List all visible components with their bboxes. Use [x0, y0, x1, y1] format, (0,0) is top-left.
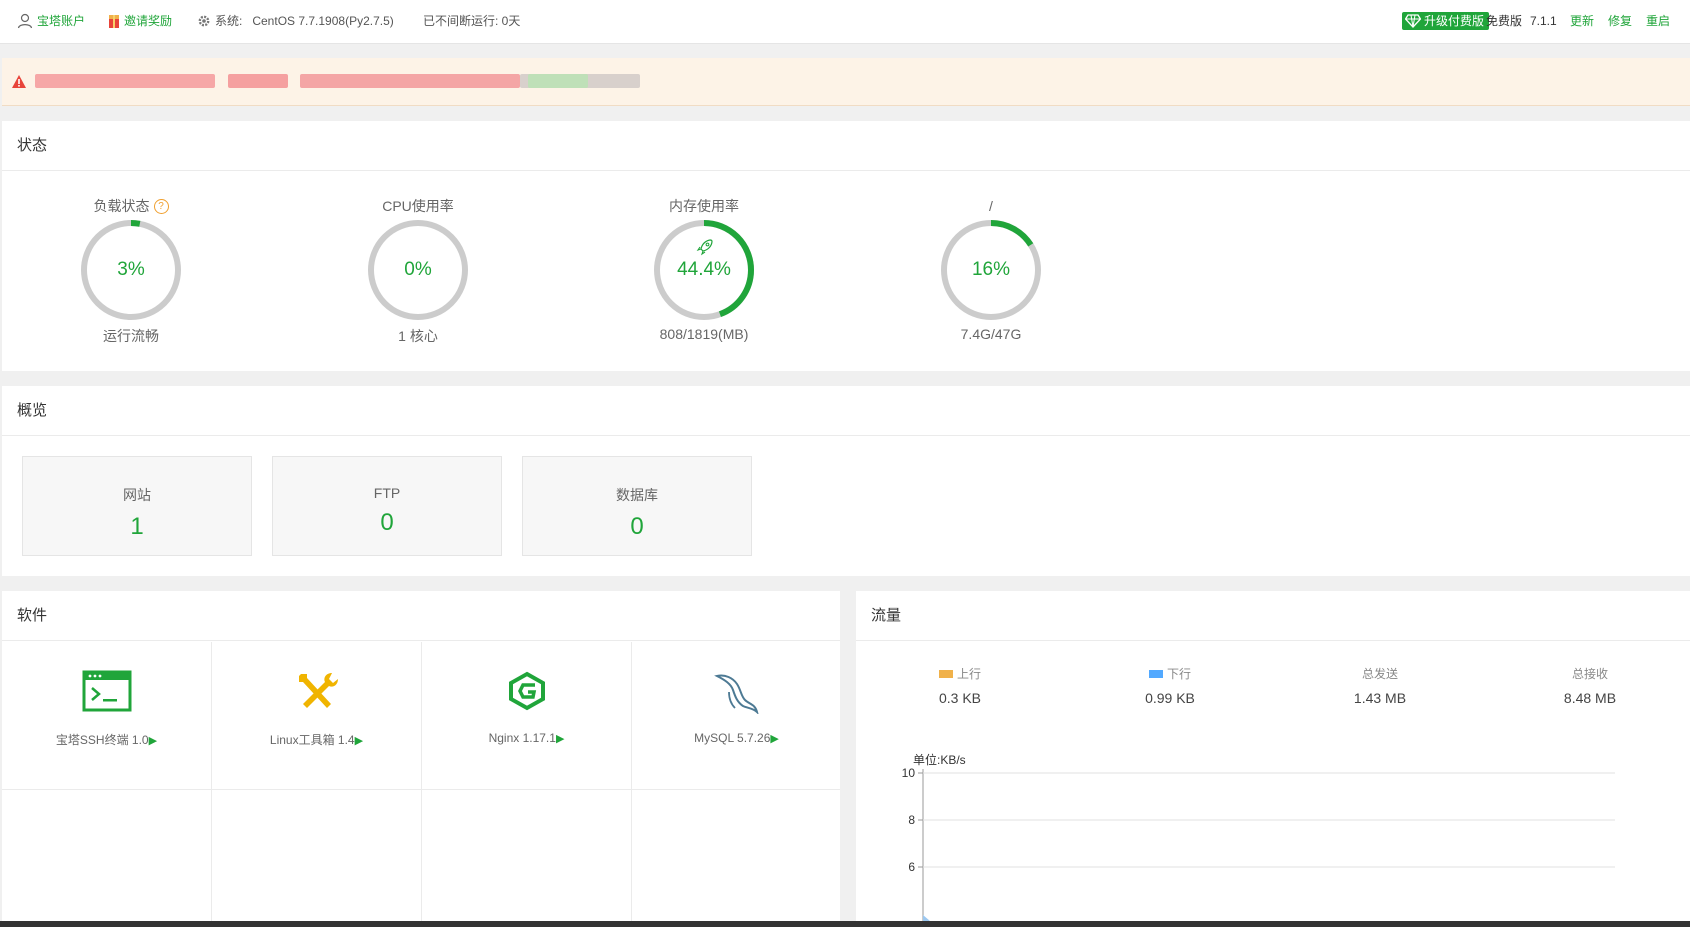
obscured-text — [528, 74, 588, 88]
stat-label: 下行 — [1166, 667, 1191, 681]
user-icon — [17, 13, 33, 29]
play-icon[interactable]: ▶ — [770, 733, 778, 745]
traffic-chart: 10 8 6 — [902, 766, 1615, 921]
uptime: 已不间断运行: 0天 — [423, 14, 521, 28]
tools-icon — [298, 673, 338, 708]
card-label: 数据库 — [616, 487, 658, 503]
help-icon[interactable]: ? — [153, 198, 169, 214]
software-empty-slot — [422, 790, 632, 921]
software-empty-slot — [2, 790, 212, 921]
software-item-linux-tools[interactable]: Linux工具箱 1.4▶ — [212, 642, 422, 790]
system-value: CentOS 7.7.1908(Py2.7.5) — [252, 14, 394, 28]
gauge-sub: 7.4G/47G — [960, 326, 1022, 342]
card-label: FTP — [373, 485, 401, 501]
disk-gauge[interactable]: / 16% 7.4G/47G — [911, 196, 1071, 342]
gauge-value: 16% — [971, 259, 1011, 280]
gear-icon — [198, 15, 210, 27]
mysql-icon — [713, 674, 759, 716]
gauge-value: 3% — [117, 259, 145, 280]
upstream-legend-swatch — [938, 669, 953, 678]
play-icon[interactable]: ▶ — [149, 735, 157, 747]
upgrade-button[interactable]: 升级付费版 — [1402, 11, 1490, 31]
downstream-legend-swatch — [1148, 669, 1163, 678]
gauge-sub: 808/1819(MB) — [659, 326, 749, 342]
software-name: MySQL 5.7.26 — [694, 731, 771, 745]
overview-card-ftp[interactable]: FTP 0 — [272, 456, 502, 556]
y-tick-label: 10 — [902, 766, 916, 780]
gauge-label: 内存使用率 — [669, 198, 739, 214]
software-empty-slot — [212, 790, 422, 921]
traffic-title: 流量 — [856, 591, 1690, 641]
warning-banner — [2, 58, 1690, 106]
software-item-nginx[interactable]: Nginx 1.17.1▶ — [422, 642, 632, 790]
system-label: 系统: — [215, 14, 243, 28]
restart-link[interactable]: 重启 — [1646, 11, 1670, 31]
gauge-label: CPU使用率 — [382, 198, 454, 214]
memory-gauge[interactable]: 内存使用率 44.4% 808/1819(MB) — [624, 196, 784, 342]
terminal-icon — [82, 670, 131, 712]
overview-title: 概览 — [2, 386, 1690, 436]
overview-card-sites[interactable]: 网站 1 — [22, 456, 252, 556]
stat-label: 上行 — [956, 667, 981, 681]
status-panel: 状态 — [2, 121, 1690, 371]
play-icon[interactable]: ▶ — [556, 733, 564, 745]
gauge-sub: 1 核心 — [398, 328, 438, 344]
invite-link[interactable]: 邀请奖励 — [108, 11, 172, 31]
stat-value: 0.99 KB — [1145, 690, 1195, 706]
y-tick-label: 8 — [908, 813, 915, 827]
update-link[interactable]: 更新 — [1570, 11, 1594, 31]
taskbar-strip — [0, 921, 1690, 927]
software-name: Linux工具箱 1.4 — [269, 733, 355, 747]
invite-label: 邀请奖励 — [124, 14, 173, 28]
software-name: Nginx 1.17.1 — [488, 731, 556, 745]
gauge-value: 0% — [404, 259, 432, 280]
warning-icon — [12, 75, 26, 88]
obscured-text — [228, 74, 288, 88]
diamond-icon — [1405, 14, 1421, 28]
gift-icon — [109, 14, 119, 28]
card-count: 0 — [380, 509, 394, 536]
stat-value: 8.48 MB — [1563, 690, 1617, 706]
total-received-stat: 总接收 8.48 MB — [1515, 665, 1665, 706]
stat-label: 总接收 — [1571, 667, 1608, 681]
software-empty-slot — [632, 790, 840, 921]
top-bar: 宝塔账户 邀请奖励 系统: CentOS 7.7.1908(Py2.7.5) 已… — [0, 0, 1690, 44]
gauge-label: / — [989, 198, 993, 214]
gauge-label: 负载状态 — [93, 198, 150, 214]
status-title: 状态 — [2, 121, 1690, 171]
edition-label: 免费版 — [1486, 14, 1523, 28]
upgrade-label: 升级付费版 — [1424, 14, 1485, 28]
gauge-sub: 运行流畅 — [103, 328, 159, 344]
software-panel: 软件 宝塔SSH终端 1.0▶ Linux工具箱 1.4▶ Nginx 1.17… — [2, 591, 840, 921]
card-label: 网站 — [123, 487, 151, 503]
cpu-gauge[interactable]: CPU使用率 0% 1 核心 — [338, 196, 498, 346]
version-label: 7.1.1 — [1530, 14, 1557, 28]
stat-label: 总发送 — [1361, 667, 1398, 681]
account-label: 宝塔账户 — [37, 14, 86, 28]
downstream-stat: 下行 0.99 KB — [1095, 665, 1245, 706]
total-sent-stat: 总发送 1.43 MB — [1305, 665, 1455, 706]
card-count: 0 — [630, 513, 644, 540]
overview-card-database[interactable]: 数据库 0 — [522, 456, 752, 556]
upstream-stat: 上行 0.3 KB — [885, 665, 1035, 706]
overview-panel: 概览 — [2, 386, 1690, 576]
software-item-mysql[interactable]: MySQL 5.7.26▶ — [632, 642, 840, 790]
software-name: 宝塔SSH终端 1.0 — [55, 733, 149, 747]
play-icon[interactable]: ▶ — [355, 735, 363, 747]
load-gauge[interactable]: 负载状态 ? 3% 运行流畅 — [51, 196, 211, 346]
y-tick-label: 6 — [908, 860, 915, 874]
nginx-icon — [508, 671, 545, 711]
stat-value: 1.43 MB — [1353, 690, 1407, 706]
system-info: 系统: CentOS 7.7.1908(Py2.7.5) — [197, 11, 394, 31]
repair-link[interactable]: 修复 — [1608, 11, 1632, 31]
gauge-value: 44.4% — [677, 259, 731, 280]
account-link[interactable]: 宝塔账户 — [17, 11, 85, 31]
card-count: 1 — [130, 513, 144, 540]
software-title: 软件 — [2, 591, 840, 641]
obscured-text — [300, 74, 520, 88]
obscured-text — [35, 74, 215, 88]
software-item-ssh[interactable]: 宝塔SSH终端 1.0▶ — [2, 642, 212, 790]
stat-value: 0.3 KB — [938, 690, 982, 706]
